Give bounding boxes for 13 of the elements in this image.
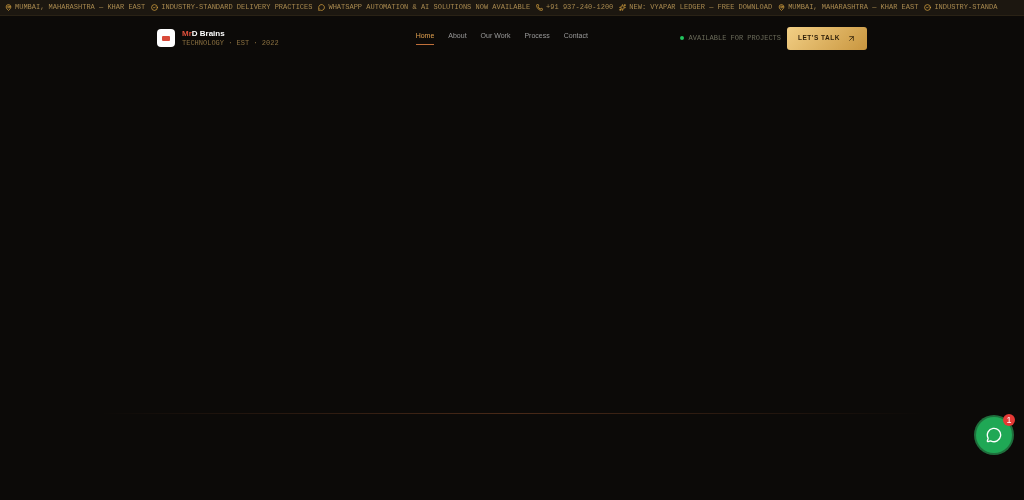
- brand-name: MrD Brains: [182, 29, 226, 39]
- chat-icon: [986, 427, 1002, 443]
- pin-icon: [778, 4, 786, 11]
- whatsapp-button[interactable]: 1: [976, 417, 1012, 453]
- notification-badge: 1: [1003, 414, 1015, 426]
- chat-icon: [318, 4, 326, 11]
- phone-icon: [536, 4, 544, 11]
- check-icon: [924, 4, 932, 11]
- pin-icon: [5, 4, 12, 11]
- arrow-icon: [847, 33, 856, 43]
- logo-icon[interactable]: [157, 29, 175, 47]
- check-icon: [151, 4, 159, 11]
- sparkle-icon: [619, 4, 627, 11]
